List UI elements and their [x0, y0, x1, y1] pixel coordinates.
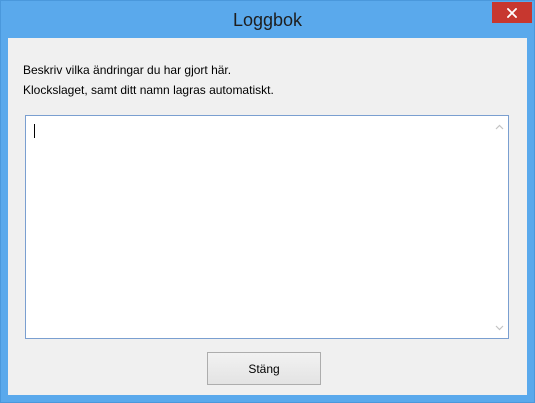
window-title: Loggbok [232, 10, 303, 30]
loggbok-dialog: Loggbok Beskriv vilka ändringar du har g… [0, 0, 535, 403]
title-bar[interactable]: Loggbok [1, 1, 534, 38]
dialog-body: Beskriv vilka ändringar du har gjort här… [8, 38, 527, 395]
log-entry-textarea[interactable] [25, 115, 509, 339]
description-line-1: Beskriv vilka ändringar du har gjort här… [23, 63, 232, 77]
text-caret [34, 124, 35, 138]
scroll-up-button[interactable] [491, 118, 508, 135]
scroll-down-button[interactable] [491, 319, 508, 336]
chevron-up-icon [495, 124, 504, 129]
close-icon [507, 7, 517, 18]
window-close-button[interactable] [492, 2, 532, 23]
vertical-scrollbar[interactable] [491, 116, 508, 338]
chevron-down-icon [495, 325, 504, 330]
close-dialog-button[interactable]: Stäng [207, 352, 321, 385]
description-line-2: Klockslaget, samt ditt namn lagras autom… [23, 83, 274, 97]
